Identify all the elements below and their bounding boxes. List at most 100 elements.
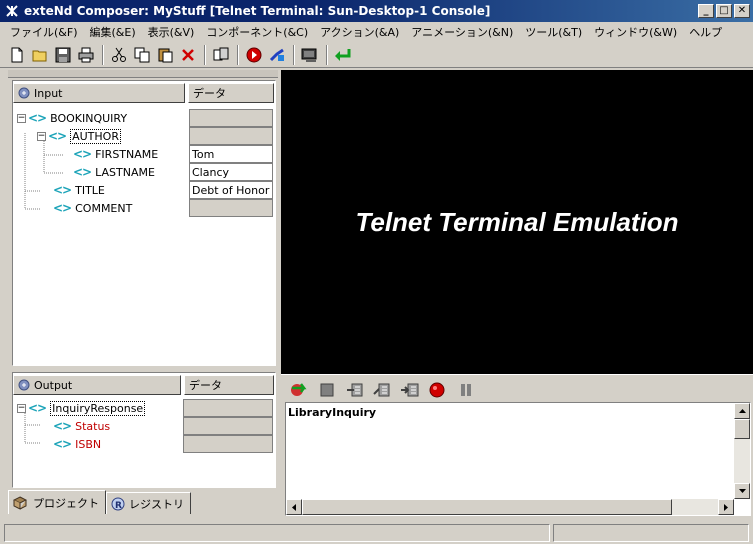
menu-window[interactable]: ウィンドウ(&W) <box>588 24 683 40</box>
terminal-screen[interactable]: Telnet Terminal Emulation <box>281 70 753 374</box>
element-tag-icon: <> <box>53 201 72 215</box>
menu-tools[interactable]: ツール(&T) <box>519 24 588 40</box>
node-label: InquiryResponse <box>50 400 146 416</box>
data-cell[interactable] <box>189 109 273 127</box>
node-label: ISBN <box>75 437 102 451</box>
scroll-up-button[interactable] <box>734 403 750 419</box>
data-cell[interactable] <box>189 127 273 145</box>
data-cell[interactable] <box>183 417 273 435</box>
data-cell[interactable] <box>183 399 273 417</box>
element-tag-icon: <> <box>28 111 47 125</box>
minimize-button[interactable]: _ <box>698 4 714 18</box>
project-icon <box>13 495 27 510</box>
tab-project-label: プロジェクト <box>33 496 99 510</box>
node-label: AUTHOR <box>70 128 121 144</box>
splitter-grip[interactable] <box>8 70 278 78</box>
pause-icon[interactable] <box>455 379 477 401</box>
copy-icon[interactable] <box>131 44 153 66</box>
status-bar <box>0 522 753 544</box>
tree-node-author[interactable]: − <> AUTHOR <box>37 127 121 145</box>
terminal-text: Telnet Terminal Emulation <box>355 206 679 237</box>
arrow-up-icon <box>738 409 746 413</box>
input-data-header-label: データ <box>193 87 226 100</box>
tab-project[interactable]: プロジェクト <box>8 490 106 514</box>
tree-node-inquiryresponse[interactable]: − <> InquiryResponse <box>17 399 146 417</box>
print-icon[interactable] <box>75 44 97 66</box>
horizontal-scrollbar[interactable] <box>286 499 734 515</box>
arrow-right-icon <box>724 503 728 511</box>
maximize-button[interactable]: □ <box>716 4 732 18</box>
vertical-scrollbar[interactable] <box>734 403 750 499</box>
scroll-thumb[interactable] <box>734 419 750 439</box>
toolbar-separator <box>204 44 206 65</box>
collapse-icon[interactable]: − <box>17 403 26 413</box>
record-icon[interactable] <box>426 379 448 401</box>
element-tag-icon: <> <box>53 419 72 433</box>
tree-node-comment[interactable]: <> COMMENT <box>53 199 132 217</box>
collapse-icon[interactable]: − <box>37 131 46 141</box>
tree-node-isbn[interactable]: <> ISBN <box>53 435 101 453</box>
menu-action[interactable]: アクション(&A) <box>314 24 405 40</box>
return-icon[interactable] <box>332 44 354 66</box>
svg-text:R: R <box>115 501 122 511</box>
element-tag-icon: <> <box>28 401 47 415</box>
data-cell[interactable]: Debt of Honor <box>189 181 273 199</box>
menu-component[interactable]: コンポーネント(&C) <box>200 24 314 40</box>
toolbar-separator <box>237 44 239 65</box>
find-icon[interactable] <box>210 44 232 66</box>
toolbar-separator <box>102 44 104 65</box>
input-data-header[interactable]: データ <box>188 83 274 103</box>
data-cell[interactable]: Clancy <box>189 163 273 181</box>
run-icon[interactable] <box>287 379 309 401</box>
connect-icon[interactable] <box>266 44 288 66</box>
menu-edit[interactable]: 編集(&E) <box>84 24 142 40</box>
mapping-pane: Input データ − <> BOOKINQUIRY − <> AUTHOR <… <box>8 70 278 516</box>
output-data-header[interactable]: データ <box>184 375 274 395</box>
collapse-icon[interactable]: − <box>17 113 26 123</box>
tree-node-lastname[interactable]: <> LASTNAME <box>73 163 155 181</box>
minimize-icon: _ <box>703 5 709 16</box>
tab-registry-label: レジストリ <box>129 497 184 511</box>
scroll-right-button[interactable] <box>718 499 734 515</box>
toolbar-separator <box>293 44 295 65</box>
scroll-down-button[interactable] <box>734 483 750 499</box>
tree-node-firstname[interactable]: <> FIRSTNAME <box>73 145 158 163</box>
tree-node-status[interactable]: <> Status <box>53 417 110 435</box>
delete-icon[interactable] <box>177 44 199 66</box>
step-into-icon[interactable] <box>372 379 394 401</box>
scroll-thumb[interactable] <box>302 499 672 515</box>
menu-animation[interactable]: アニメーション(&N) <box>405 24 519 40</box>
node-label: Status <box>75 419 111 433</box>
data-cell[interactable]: Tom <box>189 145 273 163</box>
toolbar-separator <box>326 44 328 65</box>
app-window: exteNd Composer: MyStuff [Telnet Termina… <box>0 0 753 544</box>
node-label: FIRSTNAME <box>95 147 159 161</box>
maximize-icon: □ <box>719 5 729 16</box>
menu-file[interactable]: ファイル(&F) <box>4 24 84 40</box>
arrow-down-icon <box>738 489 746 493</box>
save-icon[interactable] <box>52 44 74 66</box>
tree-node-bookinquiry[interactable]: − <> BOOKINQUIRY <box>17 109 127 127</box>
close-button[interactable]: ✕ <box>734 4 750 18</box>
menu-help[interactable]: ヘルプ <box>683 24 728 40</box>
tab-registry[interactable]: R レジストリ <box>106 492 191 514</box>
cut-icon[interactable] <box>108 44 130 66</box>
data-cell[interactable] <box>183 435 273 453</box>
status-pane-secondary <box>553 524 749 542</box>
screen-icon[interactable] <box>299 44 321 66</box>
stop-icon[interactable] <box>316 379 338 401</box>
action-list[interactable]: LibraryInquiry <box>285 402 751 516</box>
open-icon[interactable] <box>29 44 51 66</box>
new-icon[interactable] <box>6 44 28 66</box>
step-out-icon[interactable] <box>399 379 421 401</box>
tree-node-title[interactable]: <> TITLE <box>53 181 105 199</box>
data-cell[interactable] <box>189 199 273 217</box>
step-icon[interactable] <box>345 379 367 401</box>
node-label: LASTNAME <box>95 165 155 179</box>
menu-view[interactable]: 表示(&V) <box>142 24 201 40</box>
paste-icon[interactable] <box>154 44 176 66</box>
title-bar[interactable]: exteNd Composer: MyStuff [Telnet Termina… <box>0 0 753 22</box>
output-data-header-label: データ <box>189 379 222 392</box>
record-icon[interactable] <box>243 44 265 66</box>
scroll-left-button[interactable] <box>286 499 302 515</box>
